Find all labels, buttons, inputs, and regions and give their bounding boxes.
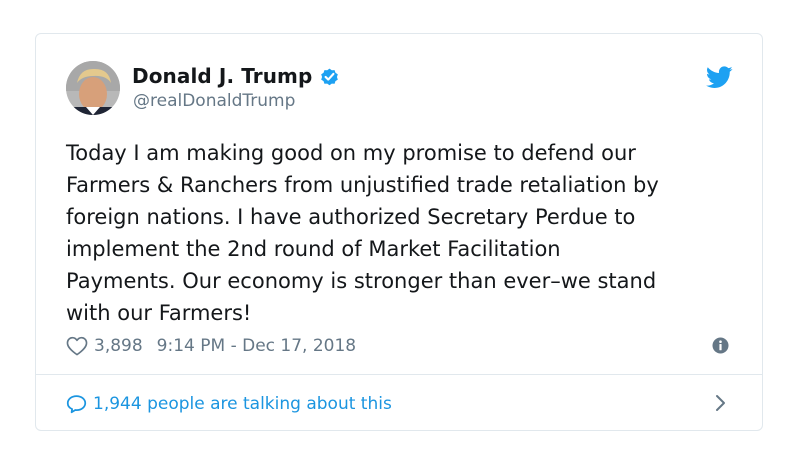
conversation-link[interactable]: 1,944 people are talking about this: [66, 391, 392, 417]
tweet-card[interactable]: Donald J. Trump @realDonaldTrump Today I…: [35, 33, 763, 431]
tweet-text: Today I am making good on my promise to …: [66, 137, 746, 329]
like-count[interactable]: 3,898: [94, 336, 143, 356]
author-name-row[interactable]: Donald J. Trump: [132, 63, 340, 89]
twitter-bird-icon[interactable]: [705, 66, 733, 89]
avatar[interactable]: [66, 61, 120, 115]
chevron-right-icon[interactable]: [713, 393, 727, 413]
author-handle[interactable]: @realDonaldTrump: [133, 91, 295, 111]
divider: [36, 374, 762, 375]
heart-icon[interactable]: [66, 336, 88, 356]
tweet-line: implement the 2nd round of Market Facili…: [66, 237, 561, 261]
tweet-line: foreign nations. I have authorized Secre…: [66, 205, 636, 229]
author-name[interactable]: Donald J. Trump: [132, 64, 312, 88]
tweet-meta: 3,898 9:14 PM - Dec 17, 2018: [66, 334, 356, 358]
tweet-line: Today I am making good on my promise to …: [66, 141, 636, 165]
tweet-line: Payments. Our economy is stronger than e…: [66, 269, 657, 293]
tweet-line: Farmers & Ranchers from unjustified trad…: [66, 173, 659, 197]
tweet-line: with our Farmers!: [66, 301, 252, 325]
info-icon[interactable]: [712, 337, 729, 354]
speech-bubble-icon: [66, 394, 87, 414]
tweet-timestamp[interactable]: 9:14 PM - Dec 17, 2018: [157, 336, 356, 356]
verified-badge-icon: [319, 66, 340, 87]
conversation-count-text[interactable]: 1,944 people are talking about this: [93, 394, 392, 414]
